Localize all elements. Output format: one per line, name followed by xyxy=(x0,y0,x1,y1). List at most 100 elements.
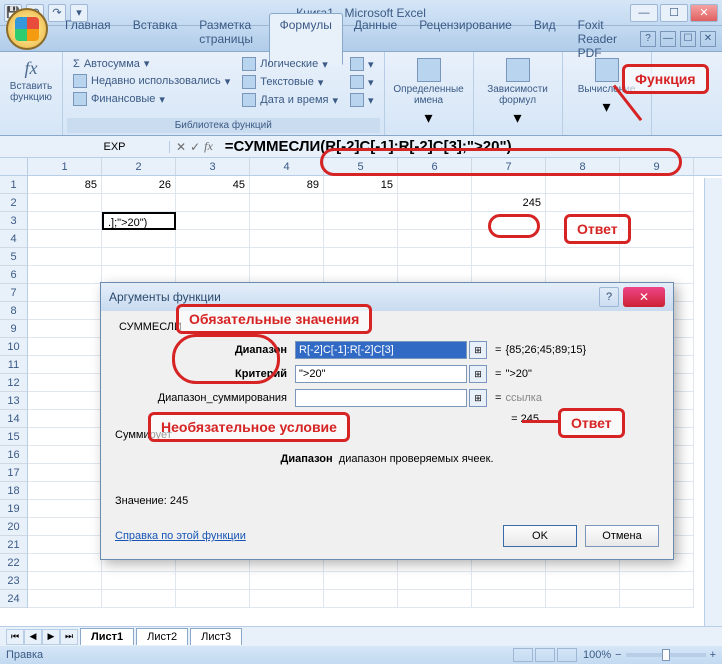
row-header[interactable]: 5 xyxy=(0,248,28,266)
cell[interactable] xyxy=(620,212,694,230)
cell[interactable] xyxy=(28,302,102,320)
criteria-picker-icon[interactable]: ⊞ xyxy=(469,365,487,383)
inner-restore-button[interactable]: ☐ xyxy=(680,31,696,47)
row-header[interactable]: 7 xyxy=(0,284,28,302)
row-header[interactable]: 8 xyxy=(0,302,28,320)
date-time-button[interactable]: Дата и время ▾ xyxy=(238,92,342,108)
lookup-button[interactable]: ▾ xyxy=(346,56,378,72)
cell[interactable] xyxy=(324,212,398,230)
cell[interactable] xyxy=(102,230,176,248)
cell[interactable] xyxy=(250,590,324,608)
row-header[interactable]: 20 xyxy=(0,518,28,536)
cell[interactable]: 26 xyxy=(102,176,176,194)
row-header[interactable]: 16 xyxy=(0,446,28,464)
cell[interactable] xyxy=(28,266,102,284)
cell[interactable] xyxy=(28,464,102,482)
cell[interactable] xyxy=(620,590,694,608)
cell[interactable] xyxy=(102,248,176,266)
cell[interactable] xyxy=(472,248,546,266)
cell[interactable] xyxy=(472,572,546,590)
cell[interactable] xyxy=(176,248,250,266)
cell[interactable] xyxy=(324,590,398,608)
cell[interactable] xyxy=(250,248,324,266)
row-header[interactable]: 12 xyxy=(0,374,28,392)
arg-sumrange-input[interactable] xyxy=(295,389,467,407)
cell[interactable] xyxy=(28,572,102,590)
text-button[interactable]: Текстовые ▾ xyxy=(238,74,342,90)
row-header[interactable]: 2 xyxy=(0,194,28,212)
logical-button[interactable]: Логические ▾ xyxy=(238,56,342,72)
maximize-button[interactable]: ☐ xyxy=(660,4,688,22)
more-button[interactable]: ▾ xyxy=(346,92,378,108)
col-header[interactable]: 1 xyxy=(28,158,102,175)
cell[interactable] xyxy=(28,392,102,410)
cell[interactable]: 15 xyxy=(324,176,398,194)
inner-minimize-button[interactable]: — xyxy=(660,31,676,47)
close-button[interactable]: ✕ xyxy=(690,4,718,22)
row-header[interactable]: 10 xyxy=(0,338,28,356)
row-header[interactable]: 18 xyxy=(0,482,28,500)
cell[interactable] xyxy=(176,212,250,230)
cell[interactable] xyxy=(620,194,694,212)
cell[interactable] xyxy=(546,572,620,590)
cell[interactable] xyxy=(176,194,250,212)
cell[interactable] xyxy=(28,428,102,446)
cell[interactable] xyxy=(398,230,472,248)
accept-formula-icon[interactable]: ✓ xyxy=(190,140,200,154)
cell[interactable] xyxy=(28,590,102,608)
col-header[interactable]: 4 xyxy=(250,158,324,175)
cell[interactable] xyxy=(324,230,398,248)
cell[interactable] xyxy=(250,194,324,212)
cell[interactable] xyxy=(28,338,102,356)
office-button[interactable] xyxy=(6,8,48,50)
arg-criteria-input[interactable] xyxy=(295,365,467,383)
cell[interactable] xyxy=(398,590,472,608)
row-header[interactable]: 14 xyxy=(0,410,28,428)
sheet-tab-1[interactable]: Лист1 xyxy=(80,628,134,645)
cell[interactable] xyxy=(546,194,620,212)
cell[interactable]: 85 xyxy=(28,176,102,194)
row-header[interactable]: 22 xyxy=(0,554,28,572)
sheet-nav-next[interactable]: ▶ xyxy=(42,629,60,645)
row-header[interactable]: 4 xyxy=(0,230,28,248)
math-button[interactable]: ▾ xyxy=(346,74,378,90)
cell[interactable] xyxy=(546,176,620,194)
sheet-tab-3[interactable]: Лист3 xyxy=(190,628,242,645)
cell[interactable] xyxy=(28,518,102,536)
cell[interactable]: 245 xyxy=(472,194,546,212)
cell[interactable] xyxy=(472,176,546,194)
zoom-in-button[interactable]: + xyxy=(710,649,716,661)
insert-function-button[interactable]: fx Вставить функцию xyxy=(4,54,58,107)
normal-view-button[interactable] xyxy=(513,648,533,662)
cell[interactable] xyxy=(620,176,694,194)
formula-auditing-button[interactable]: Зависимости формул▾ xyxy=(478,54,558,132)
cell[interactable] xyxy=(620,248,694,266)
autosum-button[interactable]: ΣАвтосумма ▾ xyxy=(69,56,234,71)
cell[interactable] xyxy=(620,230,694,248)
cell[interactable] xyxy=(28,500,102,518)
cell[interactable] xyxy=(28,446,102,464)
cell[interactable] xyxy=(546,590,620,608)
row-header[interactable]: 1 xyxy=(0,176,28,194)
cell[interactable] xyxy=(28,212,102,230)
cancel-button[interactable]: Отмена xyxy=(585,525,659,547)
cell[interactable] xyxy=(398,212,472,230)
cell[interactable] xyxy=(250,230,324,248)
cell[interactable] xyxy=(398,572,472,590)
fx-button-icon[interactable]: fx xyxy=(204,139,213,154)
inner-close-button[interactable]: ✕ xyxy=(700,31,716,47)
cell[interactable] xyxy=(250,572,324,590)
cell[interactable] xyxy=(250,212,324,230)
row-header[interactable]: 17 xyxy=(0,464,28,482)
recent-button[interactable]: Недавно использовались ▾ xyxy=(69,73,234,89)
sheet-nav-first[interactable]: ⏮ xyxy=(6,629,24,645)
arg-range-input[interactable] xyxy=(295,341,467,359)
cell[interactable] xyxy=(28,554,102,572)
col-header[interactable]: 3 xyxy=(176,158,250,175)
cell[interactable] xyxy=(176,572,250,590)
sheet-nav-last[interactable]: ⏭ xyxy=(60,629,78,645)
dialog-close-button[interactable]: ✕ xyxy=(623,287,665,307)
cell[interactable] xyxy=(28,248,102,266)
sumrange-picker-icon[interactable]: ⊞ xyxy=(469,389,487,407)
cell[interactable] xyxy=(28,230,102,248)
